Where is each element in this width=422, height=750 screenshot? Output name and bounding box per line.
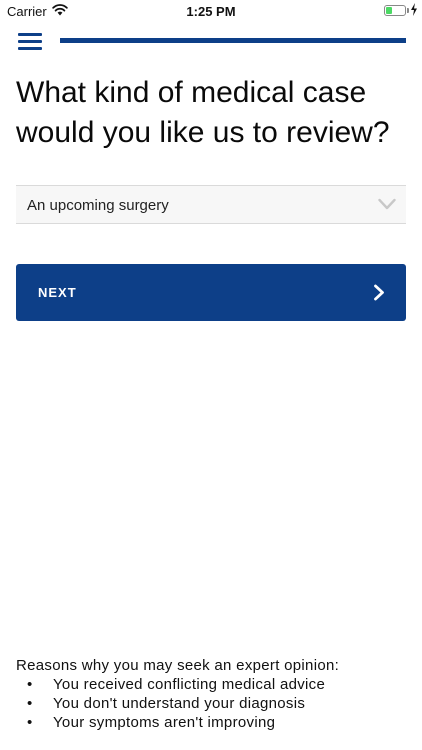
charging-bolt-icon bbox=[411, 3, 417, 16]
list-item: • You received conflicting medical advic… bbox=[16, 675, 406, 694]
menu-bar bbox=[18, 47, 42, 50]
battery-icon bbox=[384, 5, 406, 16]
next-button[interactable]: NEXT bbox=[16, 264, 406, 321]
page-title: What kind of medical case would you like… bbox=[16, 76, 390, 149]
reasons-section: Reasons why you may seek an expert opini… bbox=[16, 656, 406, 732]
bullet: • bbox=[27, 695, 33, 712]
battery-cap bbox=[407, 8, 409, 13]
status-bar: Carrier 1:25 PM bbox=[0, 0, 422, 22]
hamburger-menu-icon[interactable] bbox=[18, 31, 42, 51]
case-type-select[interactable]: An upcoming surgery bbox=[16, 185, 406, 224]
progress-bar-fill bbox=[60, 38, 406, 43]
menu-bar bbox=[18, 40, 42, 43]
case-type-selected-value: An upcoming surgery bbox=[27, 197, 169, 214]
bullet: • bbox=[27, 676, 33, 693]
list-item: • You don't understand your diagnosis bbox=[16, 694, 406, 713]
progress-bar bbox=[60, 38, 406, 43]
reasons-intro: Reasons why you may seek an expert opini… bbox=[16, 657, 340, 674]
next-button-label: NEXT bbox=[38, 285, 77, 300]
menu-bar bbox=[18, 33, 42, 36]
chevron-down-icon bbox=[378, 198, 396, 210]
battery-level bbox=[386, 7, 392, 14]
list-item: • Your symptoms aren't improving bbox=[16, 713, 406, 732]
status-time: 1:25 PM bbox=[186, 4, 236, 19]
list-item-text: You don't understand your diagnosis bbox=[53, 695, 306, 712]
reasons-list: • You received conflicting medical advic… bbox=[16, 675, 406, 732]
chevron-right-icon bbox=[374, 284, 384, 301]
list-item-text: Your symptoms aren't improving bbox=[53, 714, 276, 731]
list-item-text: You received conflicting medical advice bbox=[53, 676, 326, 693]
bullet: • bbox=[27, 714, 33, 731]
